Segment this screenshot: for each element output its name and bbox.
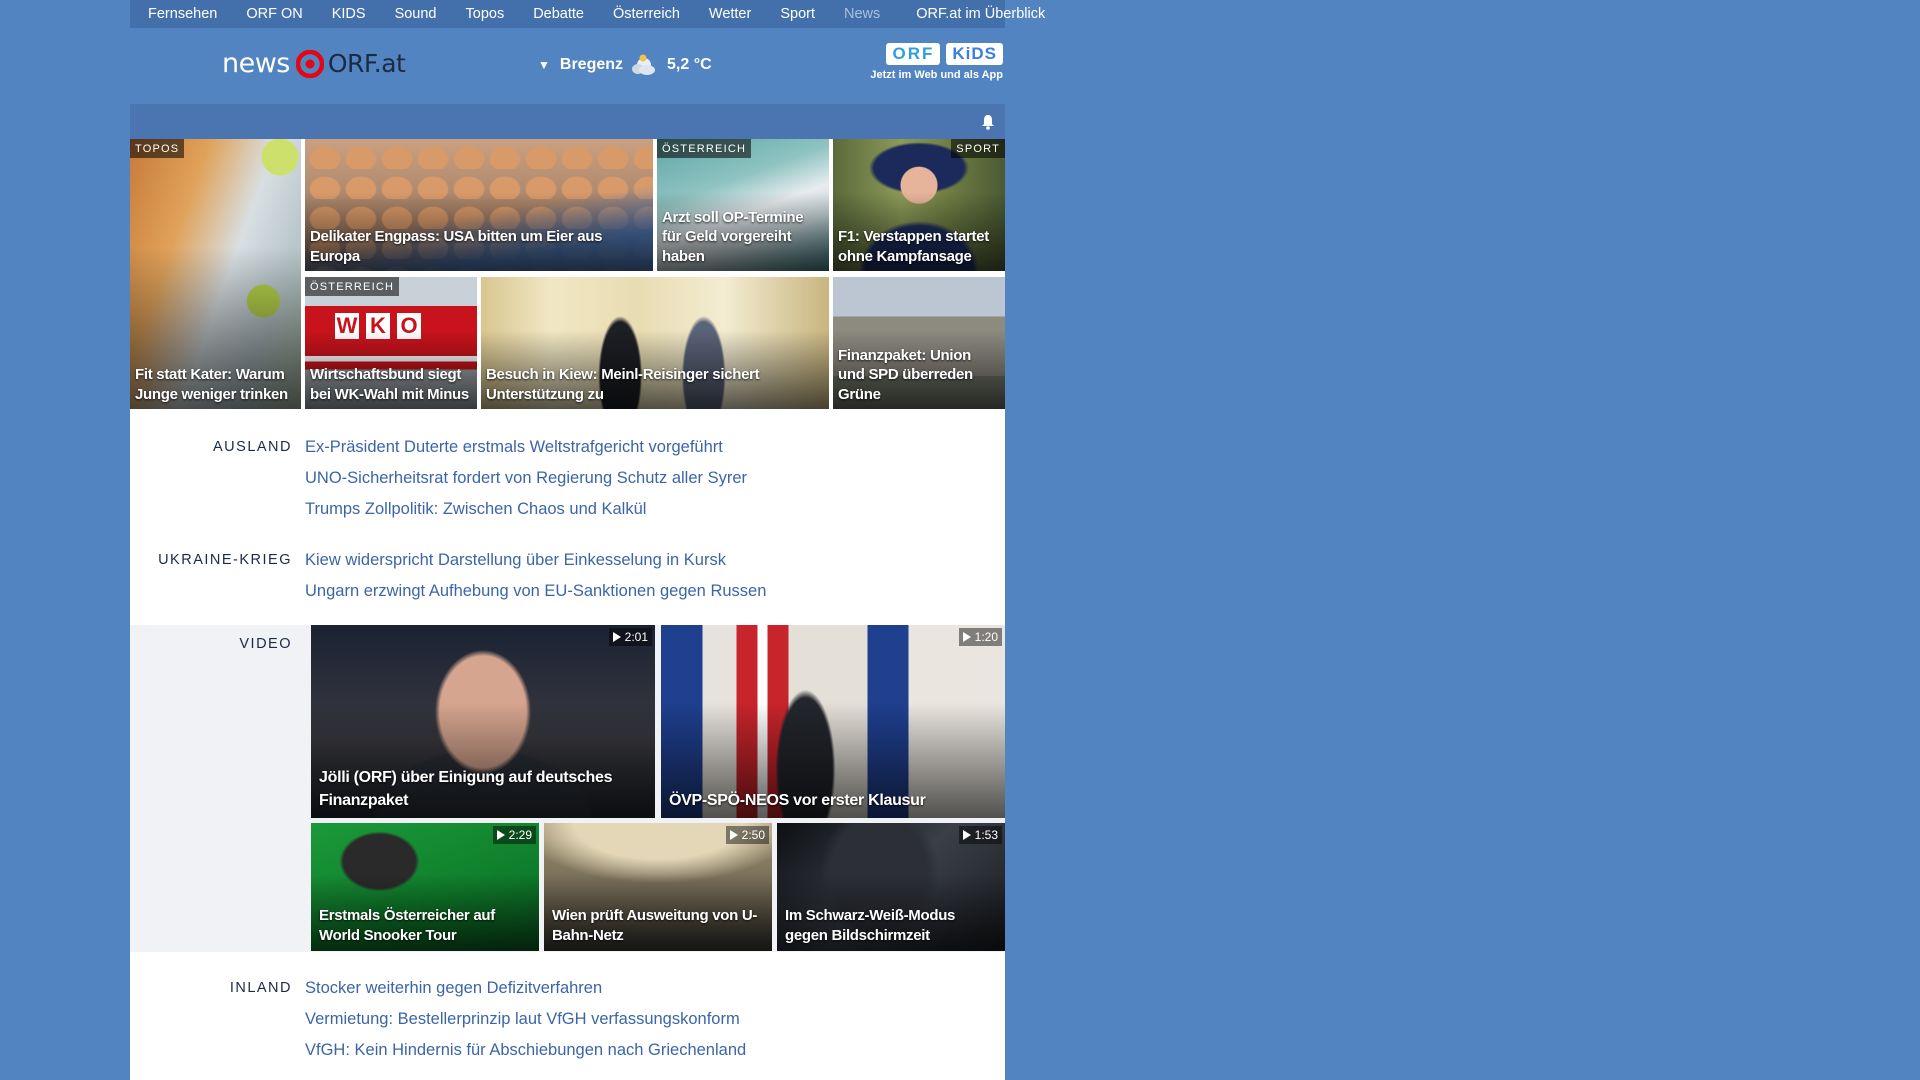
tile-caption: Wien prüft Ausweitung von U-Bahn-Netz <box>552 907 758 944</box>
story-tile-topos[interactable]: TOPOS Fit statt Kater: Warum Junge wenig… <box>130 139 301 409</box>
video-duration: 1:53 <box>958 826 1002 844</box>
tile-caption: Wirtschaftsbund siegt bei WK-Wahl mit Mi… <box>310 366 469 403</box>
kids-subline: Jetzt im Web und als App <box>870 69 1003 81</box>
video-tile[interactable]: 2:01 Jölli (ORF) über Einigung auf deuts… <box>311 625 655 818</box>
nav-item-orf-on[interactable]: ORF ON <box>246 6 302 22</box>
nav-item-debatte[interactable]: Debatte <box>533 6 584 22</box>
nav-item-sound[interactable]: Sound <box>395 6 437 22</box>
main-content: TOPOS Fit statt Kater: Warum Junge wenig… <box>130 139 1005 1080</box>
story-tile-oesterreich-arzt[interactable]: ÖSTERREICH Arzt soll OP-Termine für Geld… <box>657 139 829 271</box>
video-tile[interactable]: 2:50 Wien prüft Ausweitung von U-Bahn-Ne… <box>544 823 772 951</box>
play-icon <box>729 830 738 840</box>
page: Fernsehen ORF ON KIDS Sound Topos Debatt… <box>130 0 1045 1080</box>
video-duration: 2:29 <box>492 826 536 844</box>
tile-tag: TOPOS <box>130 139 185 158</box>
story-tile-eggs[interactable]: Delikater Engpass: USA bitten um Eier au… <box>305 139 653 271</box>
nav-item-news-active[interactable]: News <box>844 6 880 22</box>
tile-caption: Finanzpaket: Union und SPD überreden Grü… <box>838 346 973 403</box>
weather-temperature: 5,2 °C <box>667 56 712 73</box>
section-video: VIDEO 2:01 Jölli (ORF) über Einigung auf… <box>130 625 1005 952</box>
dropdown-triangle-icon: ▼ <box>538 58 550 72</box>
tile-caption: Besuch in Kiew: Meinl-Reisinger sichert … <box>486 366 760 403</box>
play-icon <box>962 830 971 840</box>
story-tile-finanzpaket[interactable]: Finanzpaket: Union und SPD überreden Grü… <box>833 277 1005 409</box>
tile-tag: ÖSTERREICH <box>305 277 400 296</box>
orf-kids-promo[interactable]: ORF KiDS Jetzt im Web und als App <box>863 43 1003 81</box>
kids-badge-orf: ORF <box>886 43 941 65</box>
nav-item-fernsehen[interactable]: Fernsehen <box>148 6 217 22</box>
tile-tag: ÖSTERREICH <box>657 139 752 158</box>
logo-news-text: news <box>222 48 290 79</box>
section-label: VIDEO <box>239 636 292 652</box>
play-icon <box>962 632 971 642</box>
tile-caption: F1: Verstappen startet ohne Kampfansage <box>838 228 989 265</box>
video-duration: 1:20 <box>958 628 1002 646</box>
video-tile[interactable]: 1:53 Im Schwarz-Weiß-Modus gegen Bildsch… <box>777 823 1005 951</box>
headline-link[interactable]: Kiew widerspricht Darstellung über Einke… <box>305 545 766 576</box>
section-label: AUSLAND <box>213 439 292 455</box>
nav-item-sport[interactable]: Sport <box>780 6 815 22</box>
video-duration: 2:01 <box>608 628 652 646</box>
section-links: Ex-Präsident Duterte erstmals Weltstrafg… <box>305 438 747 525</box>
section-links: Stocker weiterhin gegen Defizitverfahren… <box>305 979 746 1066</box>
nav-item-oesterreich[interactable]: Österreich <box>613 6 680 22</box>
tile-caption: Delikater Engpass: USA bitten um Eier au… <box>310 228 603 265</box>
weather-widget[interactable]: ▼ Bregenz 5,2 °C <box>538 52 712 78</box>
duration-text: 2:50 <box>741 828 765 842</box>
video-tile[interactable]: 1:20 ÖVP-SPÖ-NEOS vor erster Klausur <box>661 625 1005 818</box>
nav-item-wetter[interactable]: Wetter <box>709 6 751 22</box>
video-duration: 2:50 <box>725 826 769 844</box>
story-tile-kiew[interactable]: Besuch in Kiew: Meinl-Reisinger sichert … <box>481 277 829 409</box>
site-header: news ORF.at ▼ Bregenz 5,2 °C ORF KiDS Je… <box>130 28 1005 104</box>
section-label: INLAND <box>229 980 292 996</box>
top-navigation: Fernsehen ORF ON KIDS Sound Topos Debatt… <box>130 0 1045 28</box>
tile-caption: Jölli (ORF) über Einigung auf deutsches … <box>319 769 613 809</box>
headline-link[interactable]: Ungarn erzwingt Aufhebung von EU-Sanktio… <box>305 576 766 607</box>
story-tile-wko[interactable]: W K O ÖSTERREICH Wirtschaftsbund siegt b… <box>305 277 477 409</box>
headline-link[interactable]: Ex-Präsident Duterte erstmals Weltstrafg… <box>305 432 747 463</box>
weather-city: Bregenz <box>559 56 624 73</box>
tile-caption: Arzt soll OP-Termine für Geld vorgereiht… <box>662 208 804 265</box>
duration-text: 1:53 <box>974 828 998 842</box>
tile-caption: Fit statt Kater: Warum Junge weniger tri… <box>135 366 288 403</box>
video-tile[interactable]: 2:29 Erstmals Österreicher auf World Sno… <box>311 823 539 951</box>
kids-badges: ORF KiDS <box>863 43 1003 65</box>
headline-link[interactable]: UNO-Sicherheitsrat fordert von Regierung… <box>305 463 747 494</box>
tile-caption: Im Schwarz-Weiß-Modus gegen Bildschirmze… <box>785 907 956 944</box>
tile-tag: SPORT <box>951 139 1005 158</box>
kids-badge-kids: KiDS <box>946 43 1003 65</box>
play-icon <box>612 632 621 642</box>
nav-item-kids[interactable]: KIDS <box>332 6 366 22</box>
bell-icon[interactable] <box>981 114 995 130</box>
section-links: Kiew widerspricht Darstellung über Einke… <box>305 551 766 607</box>
play-icon <box>496 830 505 840</box>
tile-caption: ÖVP-SPÖ-NEOS vor erster Klausur <box>669 792 926 809</box>
headline-link[interactable]: Vermietung: Bestellerprinzip laut VfGH v… <box>305 1004 746 1035</box>
notification-bar <box>130 104 1005 139</box>
orf-eye-icon <box>295 49 324 78</box>
headline-link[interactable]: Trumps Zollpolitik: Zwischen Chaos und K… <box>305 494 747 525</box>
nav-item-topos[interactable]: Topos <box>466 6 505 22</box>
duration-text: 2:01 <box>624 630 648 644</box>
nav-item-overview[interactable]: ORF.at im Überblick <box>916 6 1045 22</box>
news-orf-logo[interactable]: news ORF.at <box>222 48 406 79</box>
story-tile-sport[interactable]: SPORT F1: Verstappen startet ohne Kampfa… <box>833 139 1005 271</box>
tile-caption: Erstmals Österreicher auf World Snooker … <box>319 907 495 944</box>
logo-orf-text: ORF.at <box>327 49 406 78</box>
headline-link[interactable]: VfGH: Kein Hindernis für Abschiebungen n… <box>305 1035 746 1066</box>
section-label: UKRAINE-KRIEG <box>158 552 292 568</box>
headline-link[interactable]: Stocker weiterhin gegen Defizitverfahren <box>305 973 746 1004</box>
duration-text: 1:20 <box>974 630 998 644</box>
weather-cloud-icon <box>632 54 656 75</box>
duration-text: 2:29 <box>508 828 532 842</box>
